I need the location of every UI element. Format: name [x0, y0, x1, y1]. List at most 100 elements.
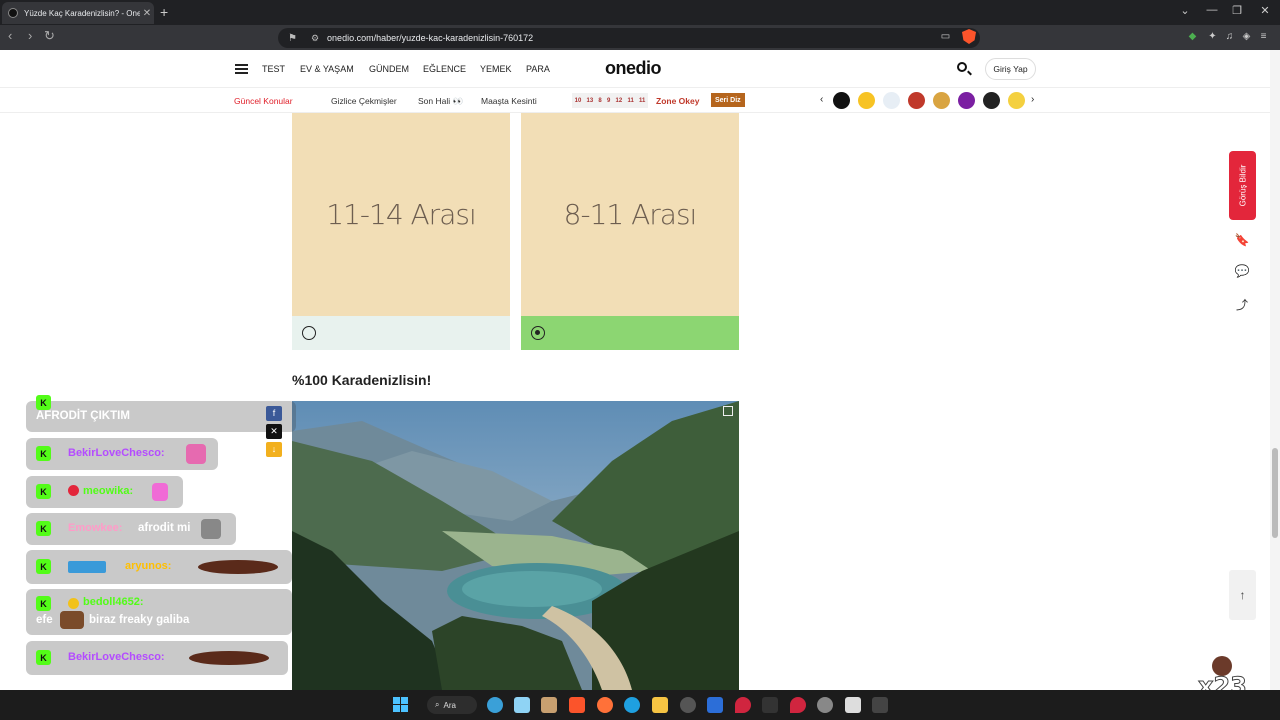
extension-icon[interactable]: ◆	[1187, 31, 1198, 42]
browser-tab[interactable]: Yüzde Kaç Karadenizlisin? - Oned ✕	[2, 2, 154, 24]
option-label: 11-14 Arası	[292, 113, 510, 316]
quiz-option-card[interactable]: 11-14 Arası	[292, 113, 510, 350]
okey-tile: 11	[639, 97, 646, 104]
brand-circle-icon[interactable]	[933, 92, 950, 109]
nav-item-test[interactable]: TEST	[262, 64, 285, 74]
taskbar-app-icon[interactable]	[845, 697, 861, 713]
nav-item-eglence[interactable]: EĞLENCE	[423, 64, 466, 74]
hamburger-menu-icon[interactable]	[235, 64, 248, 74]
chat-username[interactable]: BekirLoveChesco:	[68, 651, 165, 663]
new-tab-button[interactable]: +	[160, 4, 168, 20]
chat-username[interactable]: BekirLoveChesco:	[68, 447, 165, 459]
windows-start-icon[interactable]	[393, 697, 408, 712]
brand-circle-icon[interactable]	[958, 92, 975, 109]
taskbar-app-icon[interactable]	[487, 697, 503, 713]
topic-link[interactable]: Son Hali 👀	[418, 96, 463, 107]
share-bar: f ✕ ↓	[266, 406, 282, 460]
page-scrollbar[interactable]	[1270, 50, 1280, 690]
nav-item-yemek[interactable]: YEMEK	[480, 64, 512, 74]
topic-link[interactable]: Maaşta Kesinti	[481, 96, 537, 106]
extensions-puzzle-icon[interactable]: ✦	[1207, 31, 1218, 42]
close-window-button[interactable]: ✕	[1250, 4, 1280, 17]
chevron-right-icon[interactable]: ›	[1031, 94, 1034, 105]
bookmark-add-icon[interactable]: 🔖	[1234, 233, 1250, 249]
result-image	[292, 401, 739, 690]
browser-toolbar: ‹ › ↻ ⚑ ⚙ onedio.com/haber/yuzde-kac-kar…	[0, 25, 1280, 50]
kick-badge-icon: K	[36, 395, 51, 410]
site-header: TEST EV & YAŞAM GÜNDEM EĞLENCE YEMEK PAR…	[0, 50, 1270, 88]
chat-username[interactable]: Emowkee:	[68, 522, 122, 534]
taskbar-app-icon[interactable]	[707, 697, 723, 713]
brand-circle-icon[interactable]	[908, 92, 925, 109]
taskbar-search[interactable]: ⌕ Ara	[427, 696, 477, 714]
taskbar-app-icon[interactable]	[514, 697, 530, 713]
chevron-left-icon[interactable]: ‹	[820, 94, 823, 105]
address-bar[interactable]: ⚑ ⚙ onedio.com/haber/yuzde-kac-karadeniz…	[278, 28, 980, 48]
nav-item-para[interactable]: PARA	[526, 64, 550, 74]
search-icon[interactable]	[957, 62, 967, 72]
file-explorer-icon[interactable]	[652, 697, 668, 713]
feedback-button[interactable]: Görüş Bildir	[1229, 151, 1256, 220]
terminal-taskbar-icon[interactable]	[872, 697, 888, 713]
terminal-app-icon[interactable]	[762, 697, 778, 713]
chat-username[interactable]: meowika:	[83, 485, 133, 497]
radio-unselected-icon[interactable]	[302, 326, 316, 340]
chat-message: K BekirLoveChesco:	[26, 641, 288, 675]
brand-circle-icon[interactable]	[833, 92, 850, 109]
brand-circle-icon[interactable]	[1008, 92, 1025, 109]
settings-gear-icon[interactable]	[817, 697, 833, 713]
back-icon[interactable]: ‹	[8, 28, 12, 43]
edge-taskbar-icon[interactable]	[624, 697, 640, 713]
close-tab-icon[interactable]: ✕	[140, 8, 154, 19]
seri-diz-button[interactable]: Seri Diz	[711, 93, 745, 107]
quiz-result-title: %100 Karadenizlisin!	[292, 372, 432, 388]
maximize-button[interactable]: ❐	[1222, 4, 1252, 17]
facebook-icon[interactable]: f	[266, 406, 282, 421]
bookmark-icon[interactable]: ⚑	[288, 33, 297, 44]
comments-icon[interactable]: 💬	[1234, 264, 1250, 280]
topic-link[interactable]: Gizlice Çekmişler	[331, 96, 397, 106]
option-footer[interactable]	[521, 316, 739, 350]
cast-icon[interactable]: ▭	[940, 31, 951, 42]
download-icon[interactable]: ↓	[266, 442, 282, 457]
quiz-option-card-selected[interactable]: 8-11 Arası	[521, 113, 739, 350]
tab-search-icon[interactable]: ⌄	[1170, 4, 1200, 17]
forward-icon[interactable]: ›	[28, 28, 32, 43]
radio-selected-icon[interactable]	[531, 326, 545, 340]
vpn-shield-icon[interactable]: ◈	[1241, 31, 1252, 42]
menu-icon[interactable]: ≡	[1258, 31, 1269, 42]
taskbar-app-icon[interactable]	[735, 697, 751, 713]
taskbar-app-icon[interactable]	[680, 697, 696, 713]
share-icon[interactable]: ⤴	[1234, 296, 1250, 312]
zone-okey-label[interactable]: Zone Okey	[656, 96, 699, 106]
emote-icon	[189, 651, 269, 665]
site-logo[interactable]: onedio	[605, 58, 662, 79]
chat-message: K AFRODİT ÇIKTIM	[26, 395, 296, 432]
chat-username[interactable]: bedoll4652:	[83, 596, 144, 608]
site-info-icon[interactable]: ⚙	[311, 33, 319, 44]
okey-tile: 10	[574, 97, 582, 104]
chat-message: K BekirLoveChesco:	[26, 438, 218, 470]
chat-username[interactable]: aryunos:	[125, 560, 171, 572]
brand-circle-icon[interactable]	[883, 92, 900, 109]
login-button[interactable]: Giriş Yap	[985, 58, 1036, 80]
current-topics-label[interactable]: Güncel Konular	[234, 96, 293, 106]
nav-item-ev-yasam[interactable]: EV & YAŞAM	[300, 64, 354, 74]
reload-icon[interactable]: ↻	[44, 28, 55, 44]
taskbar-app-icon[interactable]	[790, 697, 806, 713]
expand-image-icon[interactable]	[723, 406, 733, 416]
taskbar-app-icon[interactable]	[541, 697, 557, 713]
brave-taskbar-icon[interactable]	[569, 697, 585, 713]
chat-text: efe	[36, 614, 53, 626]
x-icon[interactable]: ✕	[266, 424, 282, 439]
search-icon: ⌕	[435, 700, 440, 709]
nav-item-gundem[interactable]: GÜNDEM	[369, 64, 409, 74]
firefox-taskbar-icon[interactable]	[597, 697, 613, 713]
option-footer[interactable]	[292, 316, 510, 350]
zone-okey-tiles[interactable]: 10 13 8 9 12 11 11	[572, 93, 648, 108]
brand-circle-icon[interactable]	[983, 92, 1000, 109]
brand-circle-icon[interactable]	[858, 92, 875, 109]
scrollbar-thumb[interactable]	[1272, 448, 1278, 538]
media-icon[interactable]: ♫	[1224, 31, 1235, 42]
scroll-to-top-button[interactable]: ↑	[1229, 570, 1256, 620]
